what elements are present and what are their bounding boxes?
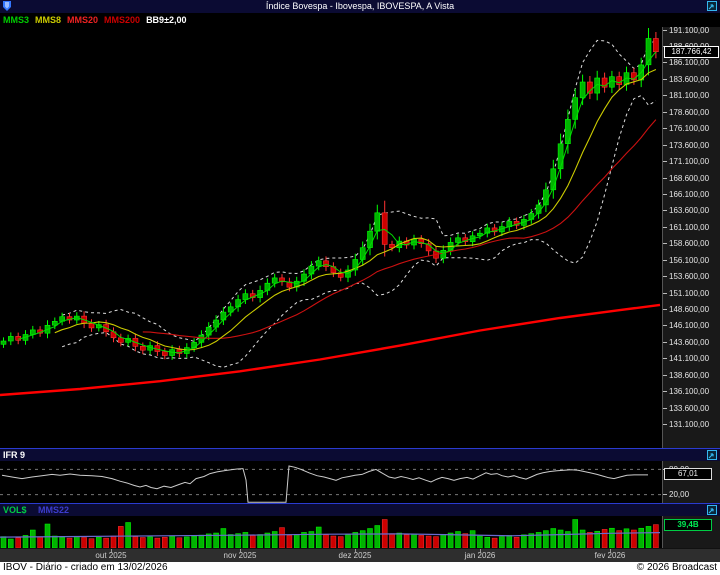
price-axis-label: 143.600,00 [663, 338, 709, 347]
ifr-lower-band-label: 20,00 [663, 490, 689, 499]
price-axis-label: 183.600,00 [663, 75, 709, 84]
price-axis-label: 173.600,00 [663, 141, 709, 150]
titlebar: Índice Bovespa - Ibovespa, IBOVESPA, A V… [0, 0, 720, 13]
price-axis-label: 138.600,00 [663, 371, 709, 380]
broadcast-chart-window: Índice Bovespa - Ibovespa, IBOVESPA, A V… [0, 0, 720, 575]
month-label-dez: dez 2025 [339, 551, 372, 560]
month-label-fev: fev 2026 [595, 551, 626, 560]
bollinger-upper [62, 40, 656, 341]
mms200-line [0, 305, 660, 395]
status-bar: IBOV - Diário - criado em 13/02/2026 © 2… [0, 562, 720, 575]
status-left: IBOV - Diário - criado em 13/02/2026 [3, 562, 168, 573]
status-right: © 2026 Broadcast [637, 562, 717, 573]
candles [1, 28, 658, 360]
legend-item-mms200: MMS200 [104, 15, 140, 25]
price-axis-label: 153.600,00 [663, 272, 709, 281]
candlestick-chart[interactable] [0, 27, 662, 448]
price-axis-label: 166.100,00 [663, 190, 709, 199]
vol-axis[interactable]: 39,4B [662, 516, 720, 548]
legend-item-bb9200: BB9±2,00 [146, 15, 186, 25]
price-axis-label: 176.100,00 [663, 124, 709, 133]
month-label-jan: jan 2026 [465, 551, 496, 560]
ifr-axis[interactable]: 80,00 20,00 67,01 [662, 461, 720, 503]
vol-value-box: 39,4B [664, 519, 712, 531]
vol-ma-label: MMS22 [38, 505, 69, 515]
mms20-line [143, 120, 656, 339]
price-axis-label: 158.600,00 [663, 239, 709, 248]
month-label-out: out 2025 [95, 551, 126, 560]
price-axis-label: 131.100,00 [663, 420, 709, 429]
price-axis-label: 148.600,00 [663, 305, 709, 314]
ifr-popout-icon[interactable] [707, 450, 717, 460]
price-axis-label: 141.100,00 [663, 354, 709, 363]
legend-item-mms3: MMS3 [3, 15, 29, 25]
month-label-nov: nov 2025 [224, 551, 257, 560]
price-axis-label: 136.100,00 [663, 387, 709, 396]
price-axis-label: 181.100,00 [663, 91, 709, 100]
volume-chart[interactable] [0, 516, 662, 548]
vol-popout-icon[interactable] [707, 505, 717, 515]
price-axis-label: 161.100,00 [663, 223, 709, 232]
ifr-chart[interactable] [0, 461, 662, 503]
ifr-value-box: 67,01 [664, 468, 712, 480]
price-axis-label: 146.100,00 [663, 321, 709, 330]
ifr-line [2, 466, 648, 502]
popout-icon[interactable] [707, 1, 717, 11]
vol-title: VOL$ [3, 505, 27, 515]
ifr-title: IFR 9 [3, 450, 25, 460]
price-axis-label: 168.600,00 [663, 174, 709, 183]
time-axis[interactable]: out 2025 nov 2025 dez 2025 jan 2026 fev 2026 [0, 548, 720, 562]
ifr-plot[interactable] [0, 461, 662, 503]
price-axis-label: 178.600,00 [663, 108, 709, 117]
legend-item-mms20: MMS20 [67, 15, 98, 25]
price-axis[interactable]: 187.766,42 191.100,00188.600,00186.100,0… [662, 27, 720, 448]
vol-plot[interactable] [0, 516, 662, 548]
legend-item-mms8: MMS8 [35, 15, 61, 25]
main-price-plot[interactable] [0, 27, 662, 448]
price-axis-label: 186.100,00 [663, 58, 709, 67]
ifr-panel-header: IFR 9 [0, 448, 720, 461]
price-axis-label: 163.600,00 [663, 206, 709, 215]
price-axis-label: 151.100,00 [663, 289, 709, 298]
price-axis-label: 133.600,00 [663, 404, 709, 413]
chart-title: Índice Bovespa - Ibovespa, IBOVESPA, A V… [0, 1, 720, 11]
indicator-legend: MMS3 MMS8 MMS20 MMS200 BB9±2,00 [0, 13, 720, 27]
vol-panel-header: VOL$ MMS22 [0, 503, 720, 516]
mms8-line [55, 70, 656, 351]
price-axis-label: 156.100,00 [663, 256, 709, 265]
last-price-box: 187.766,42 [664, 46, 719, 58]
mms3-line [18, 52, 656, 353]
price-axis-label: 171.100,00 [663, 157, 709, 166]
price-axis-label: 191.100,00 [663, 26, 709, 35]
